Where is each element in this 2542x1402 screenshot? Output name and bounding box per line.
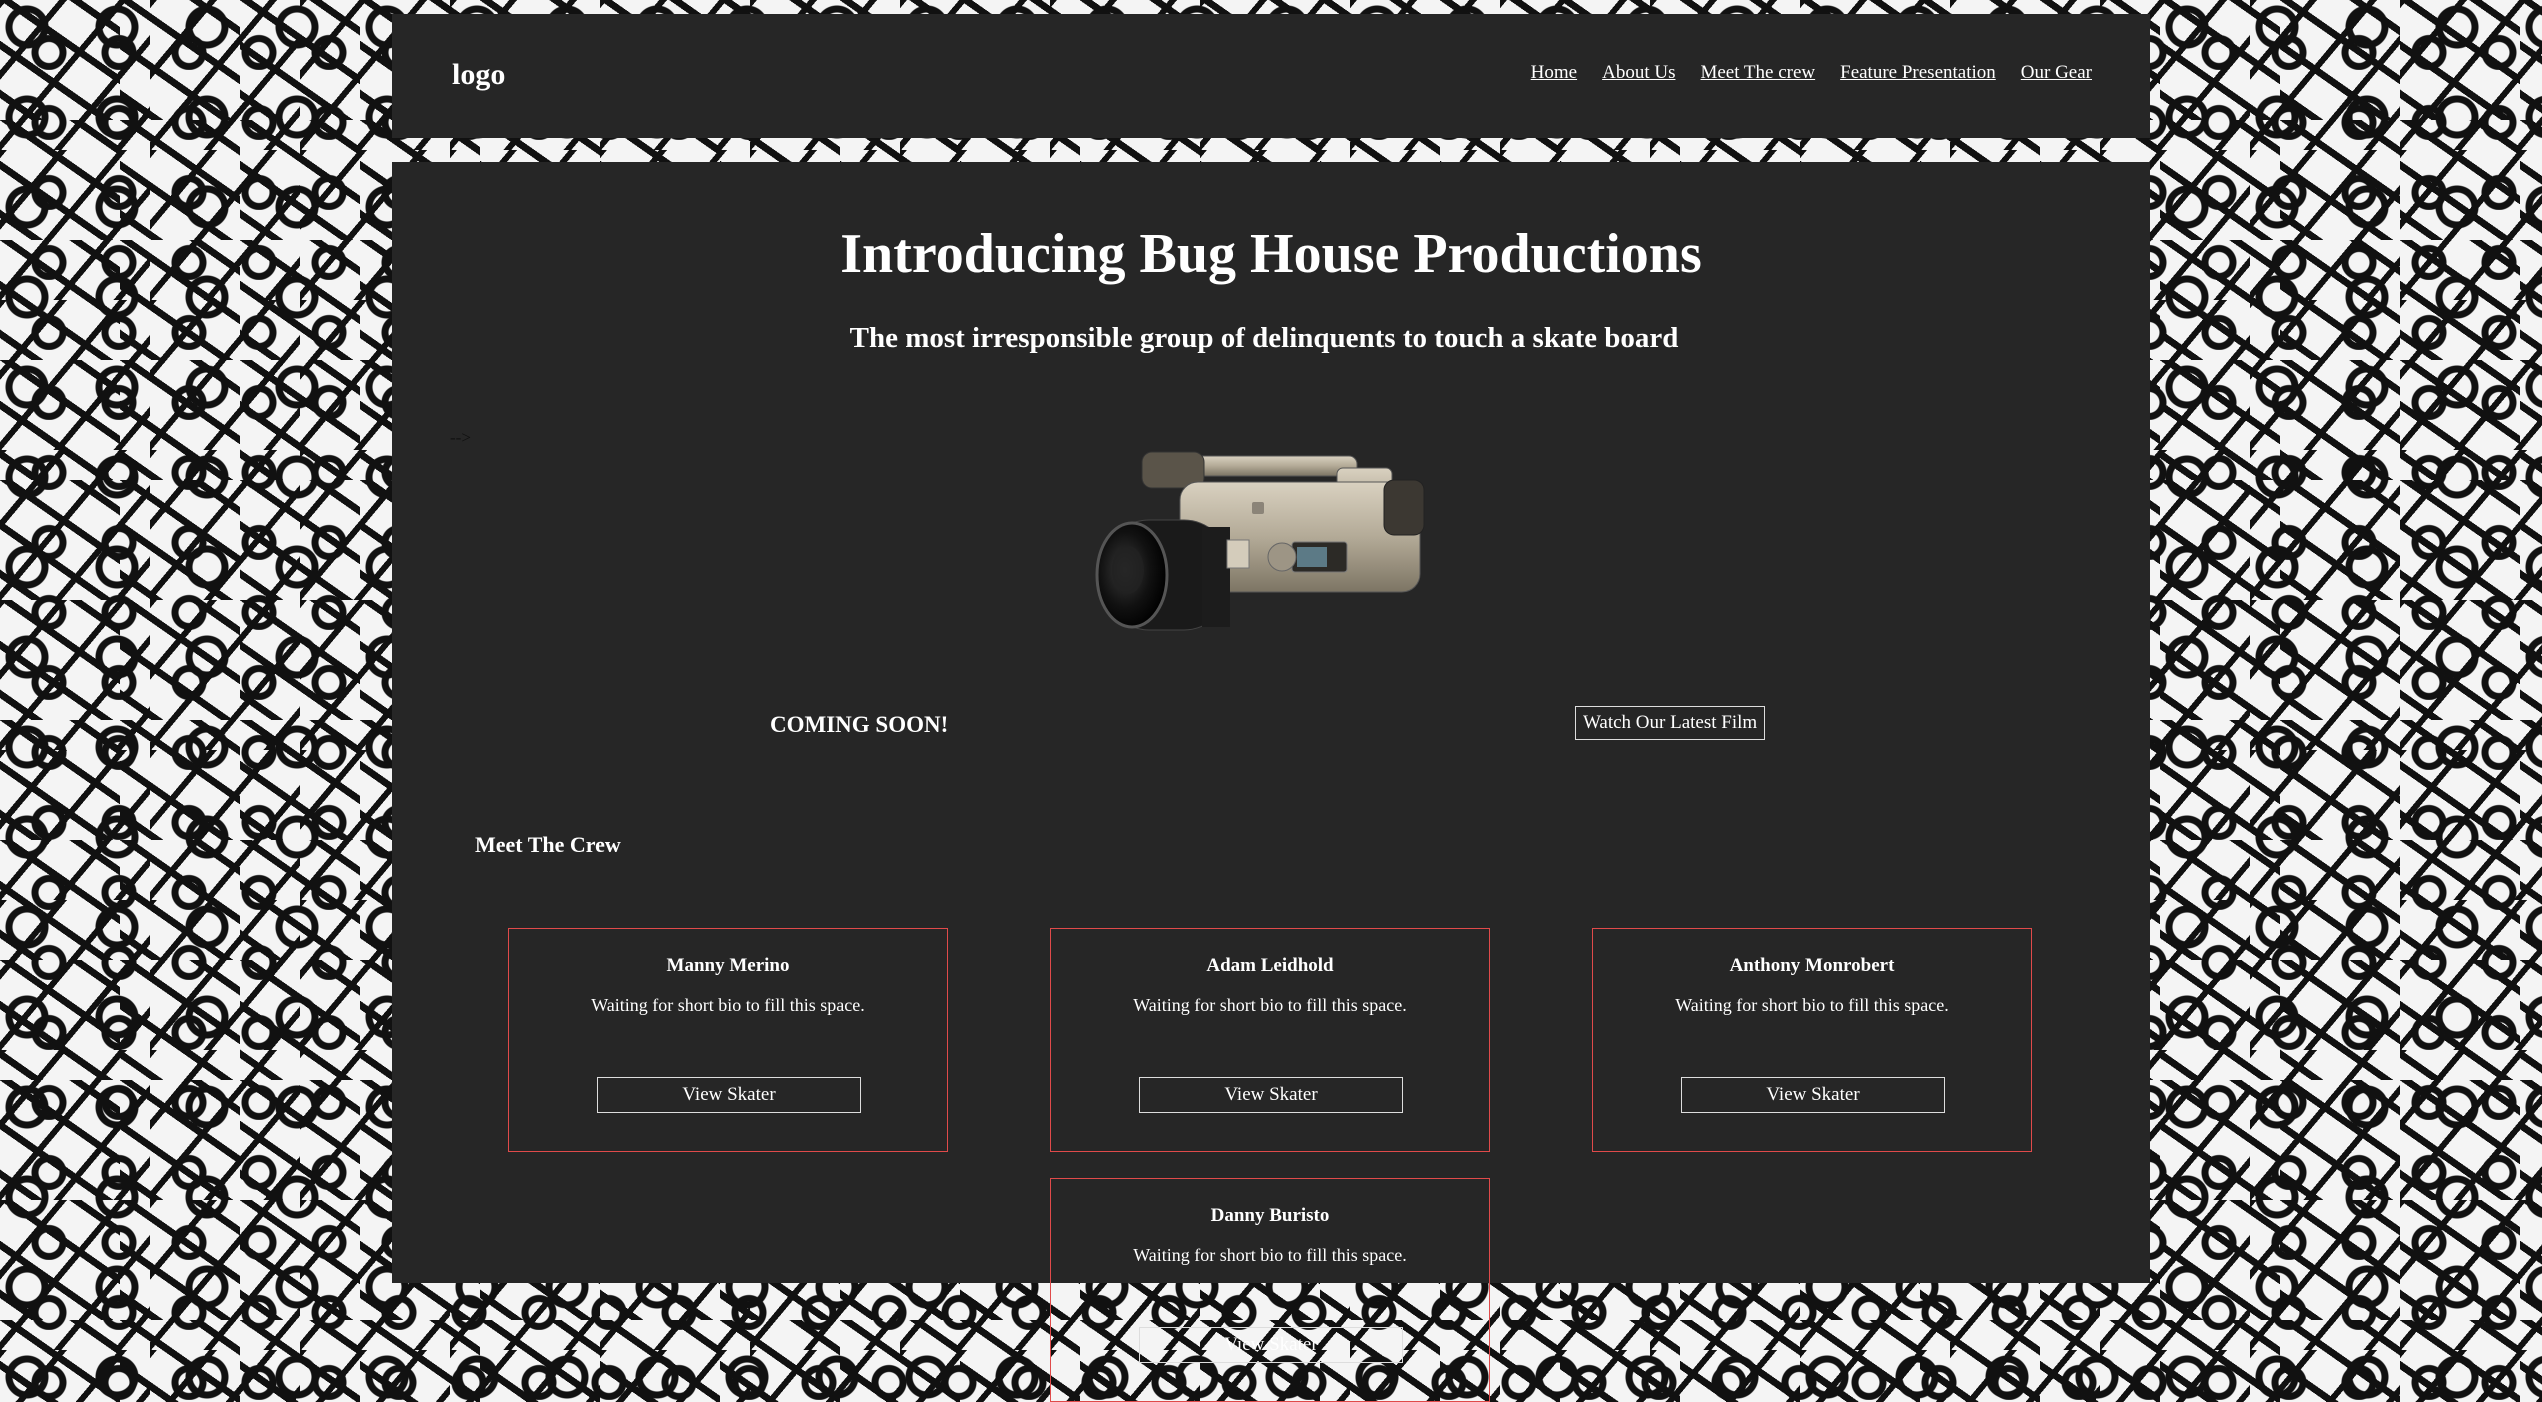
crew-member-bio: Waiting for short bio to fill this space… (1133, 995, 1407, 1015)
coming-soon-label: COMING SOON! (770, 712, 949, 737)
watch-latest-film-button[interactable]: Watch Our Latest Film (1575, 706, 1766, 740)
view-skater-button[interactable]: View Skater (597, 1077, 861, 1113)
view-skater-button[interactable]: View Skater (1139, 1077, 1403, 1113)
crew-card: Manny Merino Waiting for short bio to fi… (508, 928, 948, 1152)
crew-card: Adam Leidhold Waiting for short bio to f… (1050, 928, 1490, 1152)
hero-subtitle: The most irresponsible group of delinque… (849, 322, 1679, 354)
nav-feature-presentation[interactable]: Feature Presentation (1840, 62, 1996, 84)
logo[interactable]: logo (452, 58, 505, 92)
site-header: logo Home About Us Meet The crew Feature… (392, 14, 2150, 138)
crew-member-bio: Waiting for short bio to fill this space… (1675, 995, 1949, 1015)
stray-comment-text: --> (450, 428, 471, 447)
crew-card: Anthony Monrobert Waiting for short bio … (1592, 928, 2032, 1152)
crew-member-name: Manny Merino (666, 955, 790, 976)
crew-member-bio: Waiting for short bio to fill this space… (591, 995, 865, 1015)
nav-home[interactable]: Home (1531, 62, 1577, 84)
nav-about-us[interactable]: About Us (1602, 62, 1675, 84)
view-skater-button[interactable]: View Skater (1139, 1327, 1403, 1363)
main-content: Introducing Bug House Productions The mo… (392, 162, 2150, 1402)
crew-section-title: Meet The Crew (475, 832, 621, 857)
nav-meet-the-crew[interactable]: Meet The crew (1700, 62, 1815, 84)
crew-card: Danny Buristo Waiting for short bio to f… (1050, 1178, 1490, 1402)
crew-member-name: Adam Leidhold (1206, 955, 1334, 976)
nav-our-gear[interactable]: Our Gear (2021, 62, 2092, 84)
main-nav: Home About Us Meet The crew Feature Pres… (1531, 62, 2092, 84)
hero-title: Introducing Bug House Productions (840, 223, 1702, 285)
crew-member-bio: Waiting for short bio to fill this space… (1133, 1245, 1407, 1265)
crew-member-name: Danny Buristo (1210, 1205, 1330, 1226)
camcorder-image (1095, 451, 1425, 631)
crew-member-name: Anthony Monrobert (1729, 955, 1895, 976)
view-skater-button[interactable]: View Skater (1681, 1077, 1945, 1113)
